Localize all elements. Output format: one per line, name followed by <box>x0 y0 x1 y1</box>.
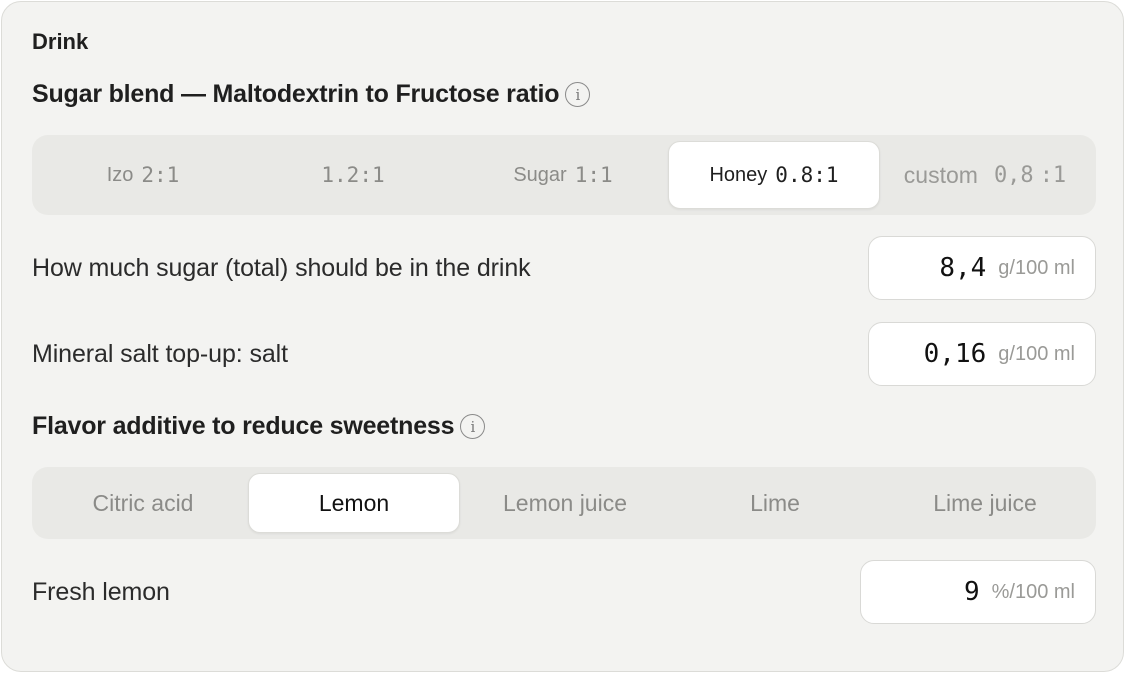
flavor-option-citric-acid[interactable]: Citric acid <box>38 473 248 533</box>
fresh-lemon-field[interactable]: 9 %/100 ml <box>860 560 1096 624</box>
sugar-total-label: How much sugar (total) should be in the … <box>32 254 531 282</box>
flavor-option-lemon[interactable]: Lemon <box>248 473 460 533</box>
salt-label: Mineral salt top-up: salt <box>32 340 288 368</box>
sugar-blend-title: Sugar blend — Maltodextrin to Fructose r… <box>32 80 560 108</box>
fresh-lemon-value: 9 <box>963 577 980 607</box>
fresh-lemon-label: Fresh lemon <box>32 578 170 606</box>
ratio-option-izo[interactable]: Izo 2:1 <box>38 141 248 209</box>
salt-field[interactable]: 0,16 g/100 ml <box>868 322 1096 386</box>
flavor-selector: Citric acid Lemon Lemon juice Lime Lime … <box>32 467 1096 539</box>
ratio-option-name: Izo <box>106 163 134 186</box>
sugar-blend-heading: Sugar blend — Maltodextrin to Fructose r… <box>32 80 591 109</box>
sugar-total-value: 8,4 <box>939 253 987 283</box>
ratio-option-value: 1.2:1 <box>321 163 385 187</box>
drink-card: Drink Sugar blend — Maltodextrin to Fruc… <box>1 1 1124 672</box>
ratio-option-value: 0.8:1 <box>775 163 839 187</box>
section-title: Drink <box>32 29 89 54</box>
ratio-option-custom[interactable]: custom 0,8 :1 <box>880 141 1090 209</box>
ratio-option-value: 2:1 <box>141 163 180 187</box>
flavor-heading: Flavor additive to reduce sweetness i <box>32 412 486 441</box>
flavor-option-lemon-juice[interactable]: Lemon juice <box>460 473 670 533</box>
flavor-option-lime[interactable]: Lime <box>670 473 880 533</box>
flavor-title: Flavor additive to reduce sweetness <box>32 412 455 440</box>
ratio-option-honey[interactable]: Honey 0.8:1 <box>668 141 880 209</box>
ratio-option-name: Sugar <box>513 163 567 186</box>
sugar-total-unit: g/100 ml <box>998 256 1075 279</box>
ratio-option-sugar[interactable]: Sugar 1:1 <box>458 141 668 209</box>
custom-ratio-suffix: :1 <box>1039 162 1067 188</box>
custom-ratio-input[interactable]: 0,8 <box>994 163 1034 188</box>
sugar-total-field[interactable]: 8,4 g/100 ml <box>868 236 1096 300</box>
fresh-lemon-unit: %/100 ml <box>991 580 1075 603</box>
salt-unit: g/100 ml <box>998 342 1075 365</box>
info-icon[interactable]: i <box>565 82 591 107</box>
ratio-option-1-2[interactable]: 1.2:1 <box>248 141 458 209</box>
info-icon[interactable]: i <box>460 414 486 439</box>
custom-ratio-label: custom <box>903 161 978 188</box>
sugar-ratio-selector: Izo 2:1 1.2:1 Sugar 1:1 Honey 0.8:1 cust… <box>32 135 1096 215</box>
ratio-option-value: 1:1 <box>574 163 613 187</box>
flavor-option-lime-juice[interactable]: Lime juice <box>880 473 1090 533</box>
ratio-option-name: Honey <box>709 163 768 186</box>
salt-value: 0,16 <box>923 339 987 369</box>
